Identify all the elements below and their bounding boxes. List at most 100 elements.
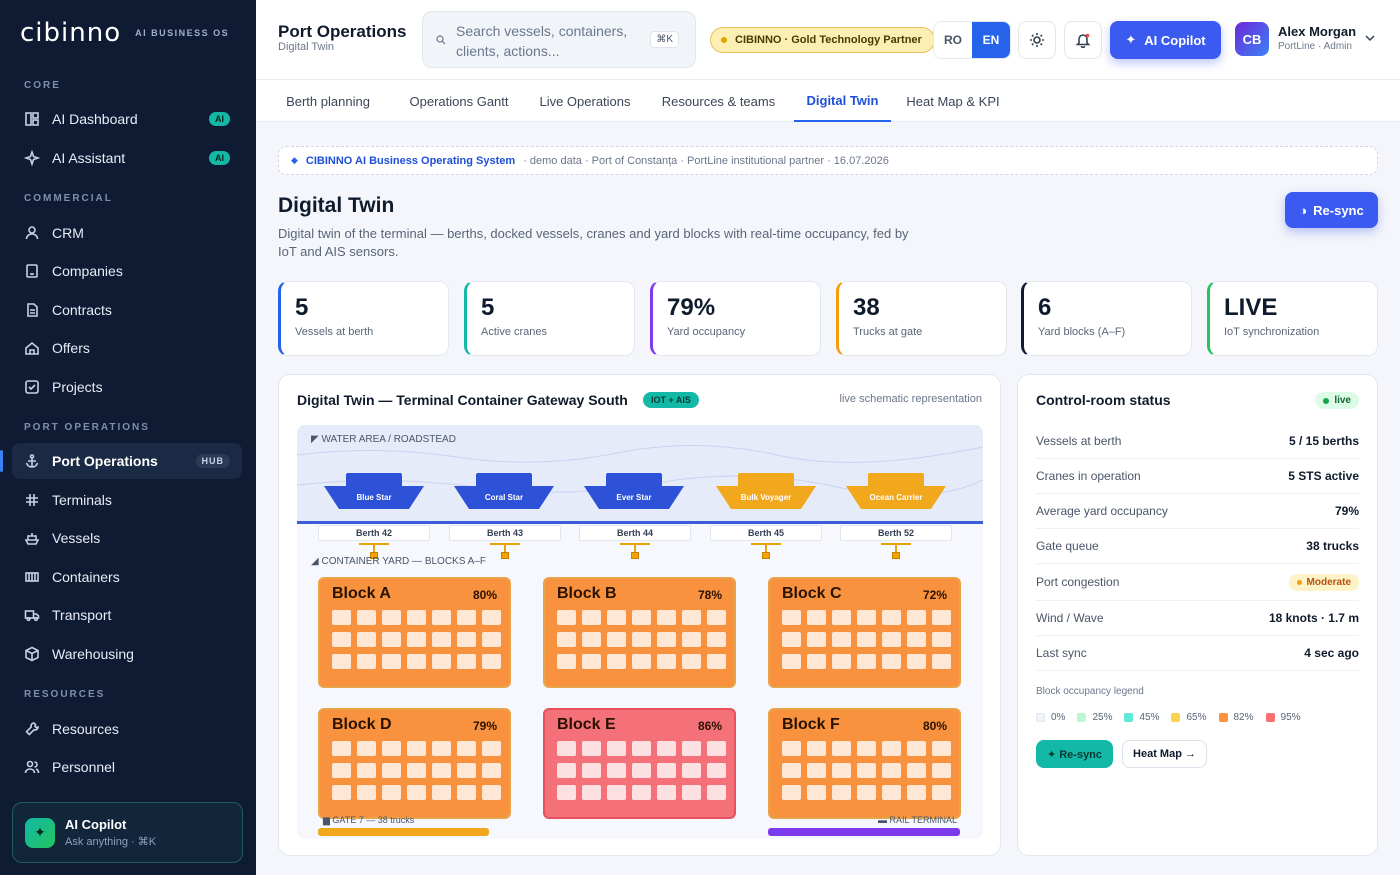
legend-swatch xyxy=(1077,713,1087,722)
twin-title: Digital Twin — Terminal Container Gatewa… xyxy=(297,392,628,408)
sidebar-item-contracts[interactable]: Contracts xyxy=(12,292,242,328)
container-slot xyxy=(707,763,726,778)
sidebar-item-personnel[interactable]: Personnel xyxy=(12,749,242,785)
chevron-down-icon[interactable] xyxy=(1364,32,1376,44)
berth-label[interactable]: Berth 52 xyxy=(840,525,952,541)
tab-operations-gantt[interactable]: Operations Gantt xyxy=(402,80,516,122)
sidebar-item-label: AI Assistant xyxy=(52,150,126,166)
container-slot xyxy=(332,763,351,778)
container-slot xyxy=(482,785,501,800)
sidebar-item-containers[interactable]: Containers xyxy=(12,559,242,595)
sidebar-item-transport[interactable]: Transport xyxy=(12,597,242,633)
partner-badge: CIBINNO · Gold Technology Partner xyxy=(710,27,935,53)
tab-heat-map-kpi[interactable]: Heat Map & KPI xyxy=(905,80,1001,122)
container-slot xyxy=(807,632,826,647)
berth-label[interactable]: Berth 43 xyxy=(449,525,561,541)
container-slot xyxy=(607,632,626,647)
container-slot xyxy=(832,763,851,778)
kpi-value: LIVE xyxy=(1224,294,1278,321)
sidebar-item-companies[interactable]: Companies xyxy=(12,253,242,289)
avatar[interactable]: CB xyxy=(1235,22,1269,56)
gate-label: ▆ GATE 7 — 38 trucks xyxy=(323,815,415,825)
lang-en-button[interactable]: EN xyxy=(972,22,1010,58)
sidebar-item-label: Containers xyxy=(52,569,120,585)
container-slot xyxy=(632,763,651,778)
container-slot xyxy=(632,632,651,647)
wrench-icon xyxy=(24,721,40,737)
control-resync-button[interactable]: ✦ Re-sync xyxy=(1036,740,1113,768)
status-row: Average yard occupancy 79% xyxy=(1036,494,1359,529)
search-input[interactable]: Search vessels, containers, clients, act… xyxy=(422,11,696,68)
legend-item: 0% xyxy=(1036,712,1065,723)
sidebar-item-ai-assistant[interactable]: AI Assistant AI xyxy=(12,140,242,176)
legend-label: 65% xyxy=(1186,712,1207,723)
container-slot xyxy=(907,654,926,669)
container-slot xyxy=(857,610,876,625)
berth-label[interactable]: Berth 42 xyxy=(318,525,430,541)
user-name: Alex Morgan xyxy=(1278,24,1357,39)
vessel-bulk-voyager[interactable]: Bulk Voyager xyxy=(716,473,816,511)
crane-icon xyxy=(881,543,911,559)
box-icon xyxy=(24,646,40,662)
lang-ro-button[interactable]: RO xyxy=(934,22,972,58)
container-slot xyxy=(432,654,451,669)
sidebar-item-terminals[interactable]: Terminals xyxy=(12,482,242,518)
berth-label[interactable]: Berth 45 xyxy=(710,525,822,541)
vessel-ever-star[interactable]: Ever Star xyxy=(584,473,684,511)
tab-live-operations[interactable]: Live Operations xyxy=(534,80,636,122)
block-name: Block E xyxy=(557,716,616,733)
container-slot xyxy=(882,785,901,800)
container-slot xyxy=(657,610,676,625)
block-name: Block B xyxy=(557,585,617,602)
status-key: Port congestion xyxy=(1036,575,1120,589)
container-slot xyxy=(407,610,426,625)
vessel-coral-star[interactable]: Coral Star xyxy=(454,473,554,511)
yard-block-a[interactable]: Block A 80% xyxy=(318,577,511,688)
theme-toggle-button[interactable] xyxy=(1018,21,1056,59)
ai-copilot-button[interactable]: ✦ AI Copilot xyxy=(1110,21,1221,59)
sidebar-item-port-operations[interactable]: Port Operations HUB xyxy=(0,443,242,479)
sidebar-item-warehousing[interactable]: Warehousing xyxy=(12,636,242,672)
crane-icon xyxy=(620,543,650,559)
legend-label: 95% xyxy=(1280,712,1301,723)
vessel-hull: Coral Star xyxy=(454,486,554,509)
sidebar-item-projects[interactable]: Projects xyxy=(12,369,242,405)
berth-label[interactable]: Berth 44 xyxy=(579,525,691,541)
nav-section-title: COMMERCIAL xyxy=(24,193,113,204)
container-slot xyxy=(607,610,626,625)
container-slot xyxy=(457,763,476,778)
sidebar-item-label: CRM xyxy=(52,225,84,241)
container-slot xyxy=(932,654,951,669)
status-row: Gate queue 38 trucks xyxy=(1036,529,1359,564)
yard-block-e[interactable]: Block E 86% xyxy=(543,708,736,819)
vessel-blue-star[interactable]: Blue Star xyxy=(324,473,424,511)
yard-block-d[interactable]: Block D 79% xyxy=(318,708,511,819)
notifications-button[interactable] xyxy=(1064,21,1102,59)
sidebar-item-offers[interactable]: Offers xyxy=(12,330,242,366)
kpi-label: IoT synchronization xyxy=(1224,326,1320,338)
document-icon xyxy=(24,302,40,318)
sparkle-icon xyxy=(24,150,40,166)
sidebar-item-resources[interactable]: Resources xyxy=(12,711,242,747)
yard-block-f[interactable]: Block F 80% xyxy=(768,708,961,819)
brand-logo[interactable]: cibinno AI BUSINESS OS xyxy=(20,18,229,48)
yard-block-b[interactable]: Block B 78% xyxy=(543,577,736,688)
status-key: Cranes in operation xyxy=(1036,469,1141,483)
sidebar-item-ai-dashboard[interactable]: AI Dashboard AI xyxy=(12,101,242,137)
sidebar-item-crm[interactable]: CRM xyxy=(12,215,242,251)
sidebar-item-vessels[interactable]: Vessels xyxy=(12,520,242,556)
container-slot xyxy=(382,654,401,669)
yard-block-c[interactable]: Block C 72% xyxy=(768,577,961,688)
container-slot xyxy=(432,610,451,625)
container-slot xyxy=(607,741,626,756)
vessel-ocean-carrier[interactable]: Ocean Carrier xyxy=(846,473,946,511)
tab-digital-twin[interactable]: Digital Twin xyxy=(794,80,891,122)
block-occupancy: 80% xyxy=(472,588,497,602)
resync-button[interactable]: ◑ Re-sync xyxy=(1285,192,1378,228)
twin-subtitle: live schematic representation xyxy=(839,393,982,405)
sidebar-copilot-card[interactable]: ✦ AI Copilot Ask anything · ⌘K xyxy=(12,802,243,863)
tab-resources-teams[interactable]: Resources & teams xyxy=(656,80,781,122)
heat-map-button[interactable]: Heat Map → xyxy=(1122,740,1207,768)
legend-label: 82% xyxy=(1233,712,1254,723)
tab-berth-planning[interactable]: Berth planning xyxy=(278,80,378,122)
